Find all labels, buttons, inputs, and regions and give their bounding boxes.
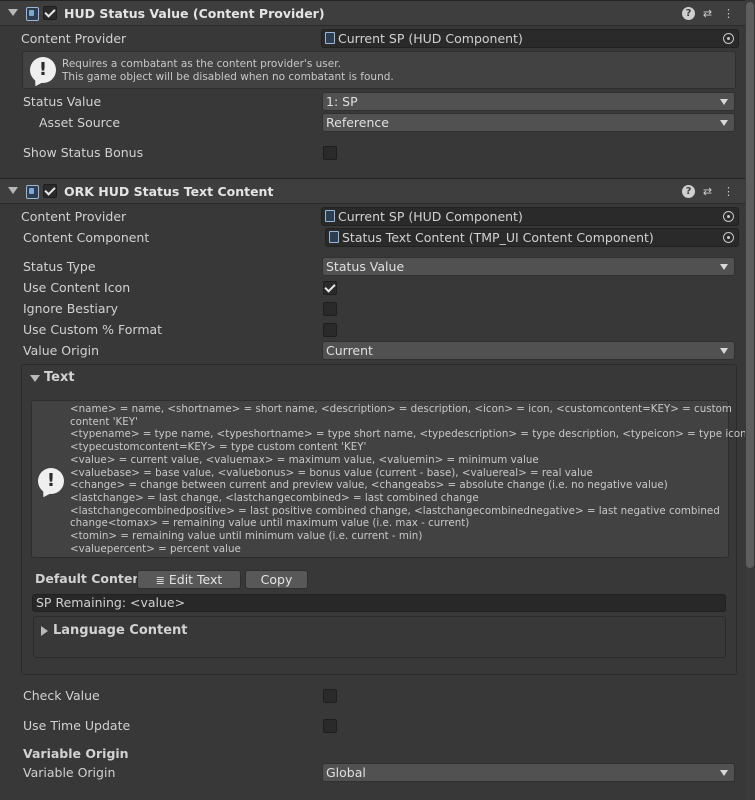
show-status-bonus-checkbox[interactable]	[323, 146, 337, 160]
status-value-label: Status Value	[23, 94, 102, 109]
text-section-label[interactable]: Text	[44, 370, 75, 385]
use-time-update-label: Use Time Update	[23, 718, 131, 733]
ignore-bestiary-checkbox[interactable]	[323, 302, 337, 316]
dropdown-arrow-icon	[720, 99, 728, 105]
dropdown-arrow-icon	[720, 120, 728, 126]
component-icon	[325, 210, 335, 222]
component-enabled-checkbox[interactable]	[43, 6, 57, 20]
status-type-label: Status Type	[23, 259, 96, 274]
help-icon[interactable]: ?	[682, 7, 695, 20]
asset-source-dropdown[interactable]: Reference	[322, 113, 735, 132]
component-title: HUD Status Value (Content Provider)	[64, 6, 325, 21]
content-provider-field[interactable]: Current SP (HUD Component)	[321, 29, 739, 48]
preset-icon[interactable]: ⇄	[701, 185, 714, 198]
default-content-label: Default Content	[35, 571, 148, 586]
status-value-dropdown[interactable]: 1: SP	[322, 92, 735, 111]
dropdown-arrow-icon	[720, 348, 728, 354]
content-provider-label: Content Provider	[21, 31, 127, 46]
object-picker-icon[interactable]	[723, 211, 734, 222]
default-content-field[interactable]: SP Remaining: <value>	[32, 594, 726, 612]
text-section: Text ! <name> = name, <shortname> = shor…	[21, 364, 750, 675]
fold-arrow-icon[interactable]	[30, 375, 40, 382]
language-content-section: Language Content	[33, 616, 726, 658]
edit-text-button[interactable]: ≣ Edit Text	[137, 570, 241, 589]
help-text-line: <valuebase> = base value, <valuebonus> =…	[70, 466, 593, 479]
help-text-line: <lastchange> = last change, <lastchangec…	[70, 491, 479, 504]
help-text-line: <typename> = type name, <typeshortname> …	[70, 428, 750, 441]
help-text-line: <change> = change between current and pr…	[70, 479, 668, 492]
help-box: ! <name> = name, <shortname> = short nam…	[31, 400, 750, 558]
edit-text-icon: ≣	[155, 574, 165, 587]
check-value-checkbox[interactable]	[323, 689, 337, 703]
more-icon[interactable]: ⋮	[722, 185, 735, 198]
component-icon	[325, 32, 335, 44]
warning-icon: !	[30, 57, 56, 83]
help-text-line: <valuepercent> = percent value	[70, 542, 241, 555]
use-time-update-checkbox[interactable]	[323, 719, 337, 733]
help-text-line: content 'KEY'	[70, 415, 138, 428]
component-title: ORK HUD Status Text Content	[64, 184, 274, 199]
help-text: <name> = name, <shortname> = short name,…	[70, 403, 750, 555]
component-header-ork-hud-status-text[interactable]: ORK HUD Status Text Content ? ⇄ ⋮	[0, 178, 745, 204]
use-custom-format-label: Use Custom % Format	[23, 322, 163, 337]
dropdown-arrow-icon	[720, 264, 728, 270]
variable-origin-dropdown[interactable]: Global	[322, 763, 735, 782]
value-origin-dropdown[interactable]: Current	[322, 341, 735, 360]
content-provider-field[interactable]: Current SP (HUD Component)	[321, 207, 739, 226]
preset-icon[interactable]: ⇄	[701, 7, 714, 20]
object-picker-icon[interactable]	[723, 33, 734, 44]
value-origin-label: Value Origin	[23, 343, 100, 358]
help-icon[interactable]: ?	[682, 185, 695, 198]
component-icon	[329, 231, 339, 243]
copy-button[interactable]: Copy	[245, 570, 308, 589]
help-box: ! Requires a combatant as the content pr…	[22, 51, 736, 89]
show-status-bonus-label: Show Status Bonus	[23, 145, 144, 160]
help-text-line: <typecustomcontent=KEY> = type custom co…	[70, 441, 367, 454]
ignore-bestiary-label: Ignore Bestiary	[23, 301, 119, 316]
help-text-line: <name> = name, <shortname> = short name,…	[70, 403, 732, 415]
asset-source-label: Asset Source	[39, 115, 121, 130]
fold-arrow-icon[interactable]	[41, 626, 48, 636]
help-text-line: change<tomax> = remaining value until ma…	[70, 517, 470, 530]
variable-origin-label: Variable Origin	[23, 765, 116, 780]
component-enabled-checkbox[interactable]	[43, 184, 57, 198]
component-header-hud-status-value[interactable]: HUD Status Value (Content Provider) ? ⇄ …	[0, 0, 745, 26]
help-text-line: <lastchangecombinedpositive> = last posi…	[70, 504, 720, 517]
content-component-field[interactable]: Status Text Content (TMP_UI Content Comp…	[325, 228, 739, 247]
help-text-line: <value> = current value, <valuemax> = ma…	[70, 453, 539, 466]
more-icon[interactable]: ⋮	[722, 7, 735, 20]
content-component-label: Content Component	[23, 230, 150, 245]
language-content-label[interactable]: Language Content	[53, 623, 188, 638]
variable-origin-header: Variable Origin	[23, 746, 129, 761]
help-text-line: <tomin> = remaining value until minimum …	[70, 530, 423, 543]
scrollbar-thumb[interactable]	[746, 2, 754, 568]
status-type-dropdown[interactable]: Status Value	[322, 257, 735, 276]
use-custom-format-checkbox[interactable]	[323, 323, 337, 337]
component-icon	[26, 185, 39, 199]
dropdown-arrow-icon	[720, 770, 728, 776]
fold-arrow-icon[interactable]	[8, 9, 18, 16]
fold-arrow-icon[interactable]	[8, 187, 18, 194]
use-content-icon-label: Use Content Icon	[23, 280, 131, 295]
content-provider-label: Content Provider	[21, 209, 127, 224]
use-content-icon-checkbox[interactable]	[323, 281, 337, 295]
component-icon	[26, 7, 39, 21]
help-text-line: Requires a combatant as the content prov…	[62, 58, 341, 70]
object-picker-icon[interactable]	[723, 232, 734, 243]
help-text-line: This game object will be disabled when n…	[62, 71, 394, 83]
warning-icon: !	[38, 468, 64, 494]
check-value-label: Check Value	[23, 688, 100, 703]
